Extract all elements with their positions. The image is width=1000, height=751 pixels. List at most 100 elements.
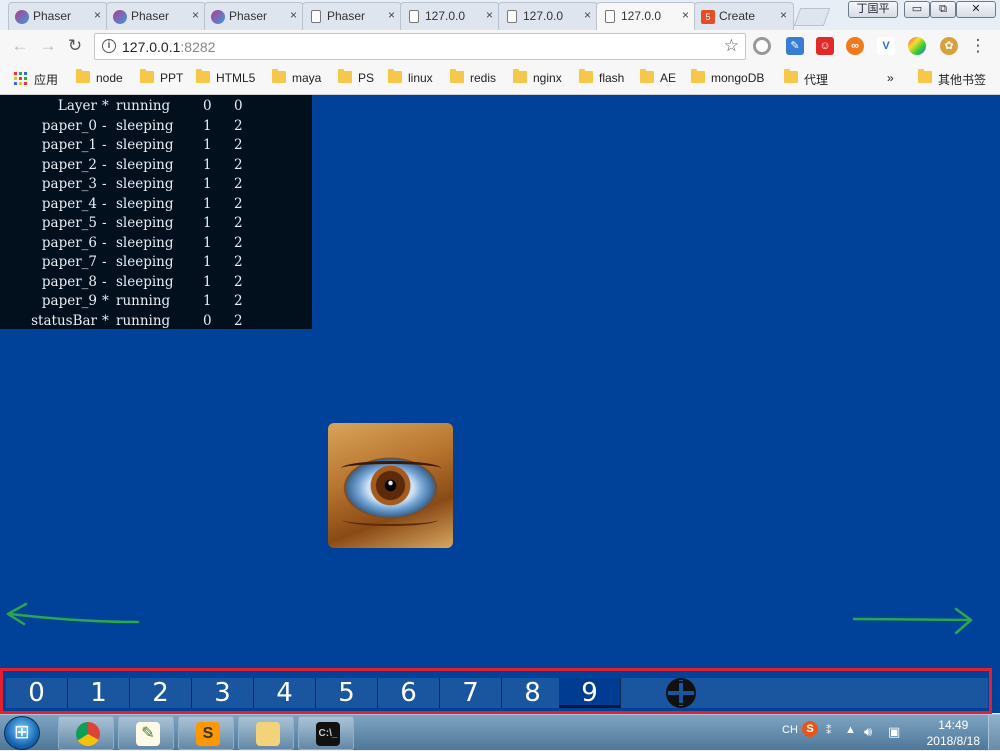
scene-button-9-active[interactable]: 9 (559, 678, 621, 708)
extension-gear-icon[interactable]: ✿ (940, 37, 958, 55)
back-arrow-icon[interactable]: ← (10, 36, 30, 56)
browser-tab[interactable]: Phaser × (204, 2, 304, 30)
show-desktop-button[interactable] (988, 715, 1000, 751)
game-canvas[interactable]: Layer * running 0 0 paper_0- sleeping 1 2 paper… (0, 95, 1000, 713)
close-icon[interactable]: × (94, 8, 101, 22)
folder-icon (450, 69, 464, 83)
debug-row: paper_0- sleeping 1 2 (41, 117, 243, 134)
extension-rainbow-icon[interactable] (908, 37, 926, 55)
extension-circle-icon[interactable] (753, 37, 771, 55)
tray-overflow-icon[interactable]: ▲ (845, 724, 856, 736)
eye-lash (340, 460, 441, 476)
close-icon[interactable]: × (486, 8, 493, 22)
close-icon[interactable]: × (584, 8, 591, 22)
browser-tab[interactable]: Phaser × (8, 2, 108, 30)
scene-button-6[interactable]: 6 (378, 678, 440, 708)
add-circle-icon[interactable] (666, 678, 696, 708)
folder-icon (513, 69, 527, 83)
close-icon[interactable]: × (780, 8, 787, 22)
new-tab-button[interactable] (793, 8, 831, 26)
eye-lid (343, 513, 438, 526)
folder-icon (784, 69, 798, 83)
browser-menu-icon[interactable]: ⋮ (968, 36, 988, 56)
tab-label: 127.0.0 (425, 9, 466, 23)
window-user-badge[interactable]: 丁国平 (848, 1, 898, 18)
extension-red-icon[interactable]: ☺ (816, 37, 834, 55)
close-icon[interactable]: × (290, 8, 297, 22)
bookmark-folder[interactable]: linux (388, 69, 433, 85)
browser-tab[interactable]: 5 Create × (694, 2, 794, 30)
scene-button-4[interactable]: 4 (254, 678, 316, 708)
explorer-icon (256, 722, 280, 746)
taskbar-app-sublime[interactable]: S (178, 716, 234, 750)
bookmark-folder[interactable]: HTML5 (196, 69, 255, 85)
browser-tab[interactable]: 127.0.0 × (400, 2, 500, 30)
bookmarks-overflow-button[interactable]: » (887, 71, 894, 85)
scene-button-8[interactable]: 8 (502, 678, 564, 708)
right-arrow-icon[interactable] (850, 607, 975, 637)
clock-date: 2018/8/18 (926, 734, 980, 748)
windows-taskbar: ✎ S C:\_ CH S ⁑ ▲ 🔊︎ ▣ 14:49 2018/8/18 (0, 714, 1000, 751)
scene-button-1[interactable]: 1 (68, 678, 130, 708)
scene-button-0[interactable]: 0 (6, 678, 68, 708)
window-close-button[interactable]: ✕ (956, 1, 996, 18)
bookmark-folder[interactable]: mongoDB (691, 69, 764, 85)
start-button[interactable] (4, 716, 40, 750)
address-bar[interactable]: i 127.0.0.1:8282 ☆ (94, 33, 746, 60)
scene-button-5[interactable]: 5 (316, 678, 378, 708)
taskbar-app-explorer[interactable] (238, 716, 294, 750)
bookmark-apps[interactable]: 应用 (14, 71, 58, 88)
system-clock[interactable]: 14:49 2018/8/18 (927, 717, 980, 749)
bookmark-folder[interactable]: PPT (140, 69, 183, 85)
ime-toolbar-icon[interactable]: ⁑ (826, 724, 832, 737)
window-minimize-button[interactable]: ▭ (904, 1, 930, 18)
bookmark-folder[interactable]: AE (640, 69, 677, 85)
folder-icon (140, 69, 154, 83)
bookmark-other-folder[interactable]: 其他书签 (918, 69, 986, 88)
close-icon[interactable]: × (682, 8, 689, 22)
folder-icon (579, 69, 593, 83)
taskbar-app-chrome[interactable] (58, 716, 114, 750)
bookmark-folder[interactable]: maya (272, 69, 321, 85)
extension-eyedropper-icon[interactable]: ✎ (786, 37, 804, 55)
bookmark-folder[interactable]: PS (338, 69, 374, 85)
eye-sprite[interactable] (328, 423, 453, 548)
page-icon (409, 10, 419, 23)
language-indicator[interactable]: CH (782, 724, 798, 736)
folder-icon (338, 69, 352, 83)
tab-label: Phaser (131, 9, 170, 23)
window-restore-button[interactable]: ⧉ (930, 1, 956, 18)
taskbar-app-notepad[interactable]: ✎ (118, 716, 174, 750)
close-icon[interactable]: × (192, 8, 199, 22)
bookmark-folder[interactable]: flash (579, 69, 624, 85)
extension-infinity-icon[interactable]: ∞ (846, 37, 864, 55)
browser-tab[interactable]: 127.0.0 × (498, 2, 598, 30)
bookmark-star-icon[interactable]: ☆ (724, 36, 739, 56)
network-icon[interactable]: ▣ (888, 724, 900, 740)
sogou-ime-icon[interactable]: S (802, 721, 818, 737)
scene-button-7[interactable]: 7 (440, 678, 502, 708)
left-arrow-icon[interactable] (2, 600, 142, 630)
close-icon[interactable]: × (388, 8, 395, 22)
apps-grid-icon (14, 72, 27, 85)
bookmark-label: AE (660, 71, 677, 85)
scene-button-2[interactable]: 2 (130, 678, 192, 708)
reload-icon[interactable]: ↻ (65, 36, 85, 56)
browser-tab[interactable]: Phaser × (106, 2, 206, 30)
scene-button-3[interactable]: 3 (192, 678, 254, 708)
bookmark-folder[interactable]: 代理 (784, 69, 828, 88)
forward-arrow-icon[interactable]: → (38, 36, 58, 56)
extension-v-icon[interactable]: V (877, 37, 895, 55)
volume-icon[interactable]: 🔊︎ (864, 724, 872, 740)
browser-tab[interactable]: Phaser × (302, 2, 402, 30)
browser-tab-active[interactable]: 127.0.0 × (596, 2, 696, 31)
tab-label: 127.0.0 (621, 9, 662, 23)
bookmark-folder[interactable]: node (76, 69, 123, 85)
url-text: 127.0.0.1:8282 (122, 39, 216, 55)
folder-icon (691, 69, 705, 83)
bookmark-label: redis (470, 71, 497, 85)
taskbar-app-cmd[interactable]: C:\_ (298, 716, 354, 750)
bookmark-folder[interactable]: redis (450, 69, 497, 85)
bookmark-folder[interactable]: nginx (513, 69, 562, 85)
info-icon[interactable]: i (102, 39, 116, 53)
